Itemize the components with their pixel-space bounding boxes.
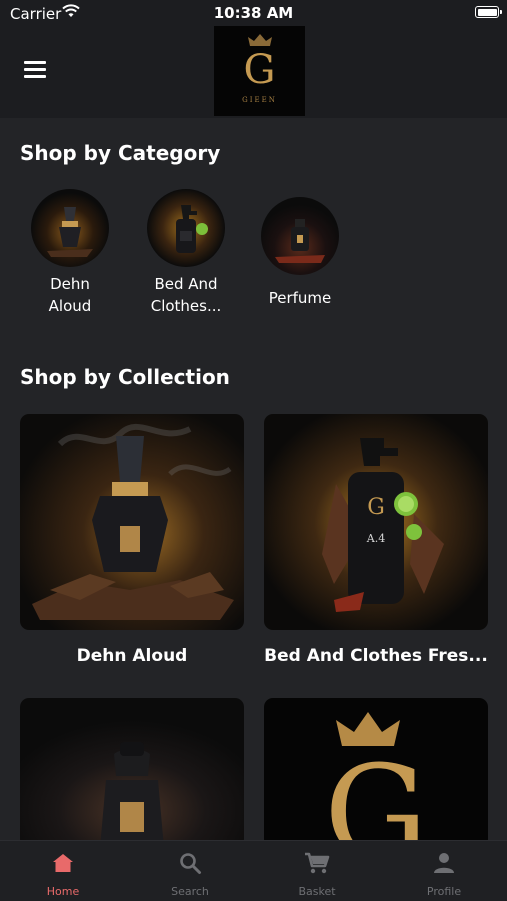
category-item-dehn-aloud[interactable]: Dehn Aloud (30, 189, 110, 317)
logo-wordmark: GIEEN (242, 96, 277, 104)
category-image (261, 197, 339, 275)
category-item-perfume[interactable]: Perfume (260, 197, 340, 309)
tab-label: Search (171, 885, 209, 898)
category-image (147, 189, 225, 267)
person-icon (434, 853, 454, 873)
category-item-bed-and-clothes[interactable]: Bed And Clothes... (145, 189, 227, 317)
tab-profile[interactable]: Profile (381, 841, 507, 901)
collection-card-3[interactable] (20, 698, 244, 848)
collection-section-title: Shop by Collection (20, 365, 230, 389)
tab-basket[interactable]: Basket (254, 841, 380, 901)
menu-icon (24, 61, 46, 64)
collection-card-bed-and-clothes[interactable]: G A.4 (264, 414, 488, 630)
logo-letter: G (324, 737, 428, 848)
tab-bar: Home Search Basket Profile (0, 840, 507, 901)
tab-label: Basket (298, 885, 336, 898)
search-icon (180, 853, 201, 874)
collection-label: Bed And Clothes Fres... (264, 646, 488, 666)
category-label: Perfume (268, 289, 332, 307)
category-section-title: Shop by Category (20, 141, 221, 165)
tab-home[interactable]: Home (0, 841, 126, 901)
svg-text:A.4: A.4 (366, 532, 385, 545)
collection-image: G (264, 698, 488, 848)
home-icon (53, 854, 73, 872)
collection-card-4[interactable]: G (264, 698, 488, 848)
crown-icon (248, 34, 272, 46)
status-bar: Carrier 10:38 AM (0, 0, 507, 26)
collection-card-dehn-aloud[interactable] (20, 414, 244, 630)
cart-icon (305, 852, 330, 874)
collection-image: G A.4 (264, 414, 488, 630)
svg-text:G: G (367, 495, 385, 520)
header: G GIEEN (0, 26, 507, 118)
tab-search[interactable]: Search (127, 841, 253, 901)
brand-logo: G GIEEN (214, 26, 305, 116)
collection-label: Dehn Aloud (76, 646, 188, 666)
clock: 10:38 AM (213, 4, 294, 22)
collection-image (20, 414, 244, 630)
menu-button[interactable] (24, 61, 46, 79)
logo-letter: G (243, 47, 276, 93)
category-image (31, 189, 109, 267)
collection-image (20, 698, 244, 848)
tab-label: Profile (426, 885, 462, 898)
category-label: Bed And Clothes... (150, 275, 222, 315)
tab-label: Home (46, 885, 80, 898)
category-label: Dehn Aloud (48, 275, 92, 315)
battery-icon (475, 6, 502, 18)
